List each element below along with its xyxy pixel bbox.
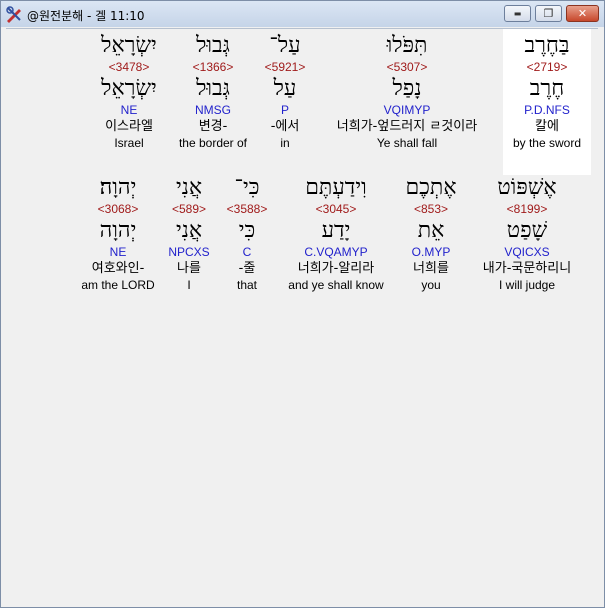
korean-gloss: 나를 [177,261,201,276]
morphology-code: P.D.NFS [524,103,570,117]
morphology-code: NE [109,245,127,259]
word-block[interactable]: אֲנִי <589> אֲנִי NPCXS 나를 I [159,175,219,292]
hebrew-lemma: חֶרֶב [529,76,565,101]
strong-number: <3068> [97,202,139,216]
hebrew-word: עַל־ [269,33,301,58]
korean-gloss: 너희가-알리라 [297,261,375,276]
close-icon: ✕ [577,7,588,20]
strong-number: <3588> [226,202,268,216]
maximize-button[interactable]: ❐ [535,5,562,22]
hebrew-word: אֶשְׁפּוֹט [497,175,557,200]
word-block[interactable]: עַל־ <5921> עַל P -에서 in [245,33,325,150]
app-icon [6,6,21,23]
morphology-code: C [242,245,252,259]
english-gloss: that [236,278,257,292]
word-block[interactable]: וִידַעְתֶּם <3045> יָדַע C.VQAMYP 너희가-알리… [276,175,396,292]
minimize-button[interactable]: ▬ [504,5,531,22]
hebrew-lemma: יְהוָה [99,218,137,243]
hebrew-lemma: אֵת [417,218,445,243]
strong-number: <3045> [315,202,357,216]
hebrew-lemma: אֲנִי [175,218,203,243]
morphology-code: VQICXS [504,245,550,259]
strong-number: <589> [171,202,207,216]
hebrew-word: אֶתְכֶם [405,175,457,200]
word-block[interactable]: אֶשְׁפּוֹט <8199> שָׁפַט VQICXS 내가-국문하리니… [466,175,588,292]
english-gloss: Ye shall fall [376,136,438,150]
hebrew-word: וִידַעְתֶּם [305,175,367,200]
hebrew-word: כִּי־ [234,175,260,200]
word-block[interactable]: אֶתְכֶם <853> אֵת O.MYP 너희를 you [395,175,467,292]
english-gloss: am the LORD [81,278,155,292]
hebrew-lemma: נָפַל [392,76,422,101]
app-window: @원전분해 - 겔 11:10 ▬ ❐ ✕ יִשְׂרָאֵל <3478> … [0,0,605,608]
close-button[interactable]: ✕ [566,5,599,22]
hebrew-lemma: יָדַע [321,218,351,243]
english-gloss: in [280,136,290,150]
hebrew-lemma: כִּי [238,218,256,243]
strong-number: <2719> [526,60,568,74]
morphology-code: P [280,103,289,117]
word-block[interactable]: תִּפֹּלוּ <5307> נָפַל VQIMYP 너희가-엎드러지 ㄹ… [317,33,497,150]
word-block-selected[interactable]: בַּחֶרֶב <2719> חֶרֶב P.D.NFS 칼에 by the … [503,29,591,175]
morphology-code: NPCXS [168,245,210,259]
hebrew-lemma: שָׁפַט [506,218,548,243]
korean-gloss: -에서 [270,119,300,134]
korean-gloss: 여호와인- [91,261,145,276]
english-gloss: I [187,278,191,292]
strong-number: <5921> [264,60,306,74]
word-block[interactable]: כִּי־ <3588> כִּי C -줄 that [221,175,273,292]
hebrew-word: בַּחֶרֶב [524,33,570,58]
english-gloss: by the sword [512,136,582,150]
morphology-code: C.VQAMYP [304,245,368,259]
korean-gloss: 내가-국문하리니 [482,261,572,276]
korean-gloss: 너희가-엎드러지 ㄹ것이라 [336,119,478,134]
interlinear-panel: יִשְׂרָאֵל <3478> יִשְׂרָאֵל NE 이스라엘 Isr… [6,28,598,603]
english-gloss: and ye shall know [288,278,384,292]
hebrew-lemma: עַל [273,76,297,101]
english-gloss: you [421,278,441,292]
strong-number: <8199> [506,202,548,216]
hebrew-word: אֲנִי [175,175,203,200]
strong-number: <5307> [386,60,428,74]
hebrew-word: תִּפֹּלוּ [386,33,428,58]
window-title: @원전분해 - 겔 11:10 [27,9,145,23]
english-gloss: I will judge [498,278,556,292]
maximize-icon: ❐ [543,7,554,20]
morphology-code: O.MYP [411,245,451,259]
morphology-code: VQIMYP [383,103,431,117]
word-block[interactable]: יְהוָה׃ <3068> יְהוָה NE 여호와인- am the LO… [63,175,173,292]
minimize-icon: ▬ [513,9,522,18]
korean-gloss: 칼에 [535,119,559,134]
strong-number: <853> [413,202,449,216]
korean-gloss: 너희를 [413,261,449,276]
korean-gloss: -줄 [238,261,256,276]
title-bar[interactable]: @원전분해 - 겔 11:10 ▬ ❐ ✕ [1,1,604,27]
hebrew-word: יְהוָה׃ [99,175,137,200]
